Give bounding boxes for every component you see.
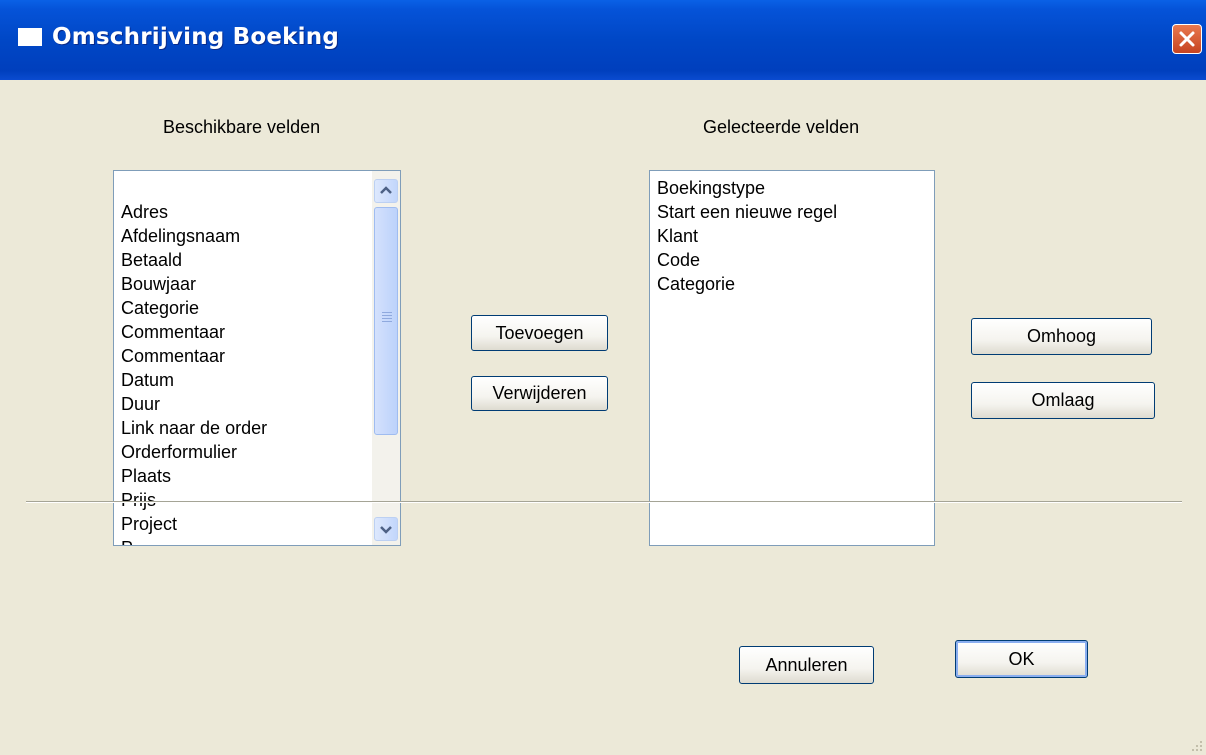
list-item-categorie[interactable]: Categorie bbox=[114, 296, 400, 320]
list-item-orderformulier[interactable]: Orderformulier bbox=[114, 440, 400, 464]
list-item-betaald[interactable]: Betaald bbox=[114, 248, 400, 272]
window-icon bbox=[18, 28, 42, 46]
list-item-project[interactable]: Project bbox=[114, 512, 400, 536]
selected-fields-list[interactable]: Boekingstype Start een nieuwe regel Klan… bbox=[649, 170, 935, 546]
list-item-boekingstype[interactable]: Boekingstype bbox=[650, 176, 934, 200]
remove-button[interactable]: Verwijderen bbox=[471, 376, 608, 411]
close-icon bbox=[1179, 31, 1195, 47]
list-item-plaats[interactable]: Plaats bbox=[114, 464, 400, 488]
resize-grip-icon[interactable] bbox=[1188, 737, 1204, 753]
list-item-klant[interactable]: Klant bbox=[650, 224, 934, 248]
list-item-prijs[interactable]: Prijs bbox=[114, 488, 400, 512]
available-list-scrollbar[interactable] bbox=[372, 171, 400, 545]
scroll-down-button[interactable] bbox=[374, 517, 398, 541]
list-item-partial[interactable]: P bbox=[114, 536, 400, 545]
list-item-duur[interactable]: Duur bbox=[114, 392, 400, 416]
scroll-thumb[interactable] bbox=[374, 207, 398, 435]
list-item-datum[interactable]: Datum bbox=[114, 368, 400, 392]
list-item-start-een-nieuwe-regel[interactable]: Start een nieuwe regel bbox=[650, 200, 934, 224]
scroll-up-button[interactable] bbox=[374, 179, 398, 203]
close-button[interactable] bbox=[1172, 24, 1202, 54]
scroll-down-icon bbox=[380, 526, 392, 534]
list-item-link-naar-de-order[interactable]: Link naar de order bbox=[114, 416, 400, 440]
list-item-commentaar-2[interactable]: Commentaar bbox=[114, 344, 400, 368]
move-up-button[interactable]: Omhoog bbox=[971, 318, 1152, 355]
dialog-window: Omschrijving Boeking Beschikbare velden … bbox=[0, 0, 1206, 755]
cancel-button[interactable]: Annuleren bbox=[739, 646, 874, 684]
list-item-afdelingsnaam[interactable]: Afdelingsnaam bbox=[114, 224, 400, 248]
available-fields-label: Beschikbare velden bbox=[163, 117, 321, 137]
available-fields-list[interactable]: Adres Afdelingsnaam Betaald Bouwjaar Cat… bbox=[113, 170, 401, 546]
scroll-thumb-grip bbox=[382, 312, 392, 324]
add-button[interactable]: Toevoegen bbox=[471, 315, 608, 351]
list-item-bouwjaar[interactable]: Bouwjaar bbox=[114, 272, 400, 296]
window-title: Omschrijving Boeking bbox=[52, 24, 339, 50]
title-bar[interactable]: Omschrijving Boeking bbox=[0, 0, 1206, 80]
list-item-categorie-selected[interactable]: Categorie bbox=[650, 272, 934, 296]
ok-button[interactable]: OK bbox=[955, 640, 1088, 678]
list-item-code[interactable]: Code bbox=[650, 248, 934, 272]
move-down-button[interactable]: Omlaag bbox=[971, 382, 1155, 419]
list-item-adres[interactable]: Adres bbox=[114, 200, 400, 224]
list-item-commentaar[interactable]: Commentaar bbox=[114, 320, 400, 344]
separator bbox=[26, 501, 1182, 503]
scroll-up-icon bbox=[380, 186, 392, 194]
selected-fields-label: Gelecteerde velden bbox=[703, 117, 860, 137]
